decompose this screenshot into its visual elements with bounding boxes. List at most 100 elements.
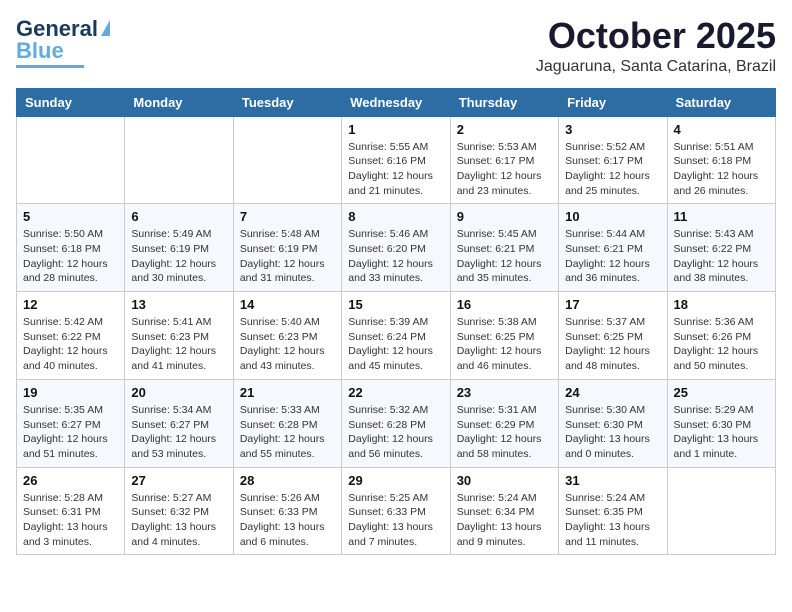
day-info: Sunrise: 5:38 AM Sunset: 6:25 PM Dayligh… <box>457 315 552 374</box>
day-number: 2 <box>457 122 552 137</box>
calendar-day-11: 11 Sunrise: 5:43 AM Sunset: 6:22 PM Dayli… <box>667 204 775 292</box>
day-info: Sunrise: 5:25 AM Sunset: 6:33 PM Dayligh… <box>348 491 443 550</box>
weekday-header-thursday: Thursday <box>450 88 558 116</box>
day-number: 14 <box>240 297 335 312</box>
day-info: Sunrise: 5:33 AM Sunset: 6:28 PM Dayligh… <box>240 403 335 462</box>
calendar-day-25: 25 Sunrise: 5:29 AM Sunset: 6:30 PM Dayli… <box>667 379 775 467</box>
day-info: Sunrise: 5:32 AM Sunset: 6:28 PM Dayligh… <box>348 403 443 462</box>
calendar-day-6: 6 Sunrise: 5:49 AM Sunset: 6:19 PM Daylig… <box>125 204 233 292</box>
calendar-week-row: 19 Sunrise: 5:35 AM Sunset: 6:27 PM Dayli… <box>17 379 776 467</box>
day-info: Sunrise: 5:51 AM Sunset: 6:18 PM Dayligh… <box>674 140 769 199</box>
calendar-day-2: 2 Sunrise: 5:53 AM Sunset: 6:17 PM Daylig… <box>450 116 558 204</box>
day-number: 22 <box>348 385 443 400</box>
day-info: Sunrise: 5:52 AM Sunset: 6:17 PM Dayligh… <box>565 140 660 199</box>
day-number: 1 <box>348 122 443 137</box>
day-number: 17 <box>565 297 660 312</box>
weekday-header-sunday: Sunday <box>17 88 125 116</box>
day-number: 9 <box>457 209 552 224</box>
calendar-day-8: 8Sunrise: 5:46 AM Sunset: 6:20 PM Daylig… <box>342 204 450 292</box>
day-info: Sunrise: 5:39 AM Sunset: 6:24 PM Dayligh… <box>348 315 443 374</box>
day-number: 21 <box>240 385 335 400</box>
day-info: Sunrise: 5:48 AM Sunset: 6:19 PM Dayligh… <box>240 227 335 286</box>
logo-triangle-icon <box>101 20 110 36</box>
page-title: October 2025 <box>536 16 776 56</box>
calendar-day-28: 28 Sunrise: 5:26 AM Sunset: 6:33 PM Dayli… <box>233 467 341 555</box>
day-info: Sunrise: 5:26 AM Sunset: 6:33 PM Dayligh… <box>240 491 335 550</box>
page-subtitle: Jaguaruna, Santa Catarina, Brazil <box>536 58 776 76</box>
weekday-header-wednesday: Wednesday <box>342 88 450 116</box>
logo-blue: Blue <box>16 38 64 64</box>
logo: General Blue <box>16 16 110 68</box>
day-number: 24 <box>565 385 660 400</box>
day-info: Sunrise: 5:29 AM Sunset: 6:30 PM Dayligh… <box>674 403 769 462</box>
day-info: Sunrise: 5:31 AM Sunset: 6:29 PM Dayligh… <box>457 403 552 462</box>
calendar-week-row: 12 Sunrise: 5:42 AM Sunset: 6:22 PM Dayli… <box>17 292 776 380</box>
calendar-day-1: 1 Sunrise: 5:55 AM Sunset: 6:16 PM Daylig… <box>342 116 450 204</box>
calendar-day-14: 14 Sunrise: 5:40 AM Sunset: 6:23 PM Dayli… <box>233 292 341 380</box>
calendar-day-16: 16 Sunrise: 5:38 AM Sunset: 6:25 PM Dayli… <box>450 292 558 380</box>
day-info: Sunrise: 5:53 AM Sunset: 6:17 PM Dayligh… <box>457 140 552 199</box>
day-number: 8 <box>348 209 443 224</box>
day-number: 15 <box>348 297 443 312</box>
logo-underline <box>16 65 84 68</box>
day-number: 25 <box>674 385 769 400</box>
day-info: Sunrise: 5:41 AM Sunset: 6:23 PM Dayligh… <box>131 315 226 374</box>
day-number: 6 <box>131 209 226 224</box>
day-info: Sunrise: 5:55 AM Sunset: 6:16 PM Dayligh… <box>348 140 443 199</box>
calendar-day-13: 13 Sunrise: 5:41 AM Sunset: 6:23 PM Dayli… <box>125 292 233 380</box>
day-number: 28 <box>240 473 335 488</box>
calendar-day-27: 27 Sunrise: 5:27 AM Sunset: 6:32 PM Dayli… <box>125 467 233 555</box>
calendar-day-24: 24 Sunrise: 5:30 AM Sunset: 6:30 PM Dayli… <box>559 379 667 467</box>
day-info: Sunrise: 5:45 AM Sunset: 6:21 PM Dayligh… <box>457 227 552 286</box>
day-info: Sunrise: 5:44 AM Sunset: 6:21 PM Dayligh… <box>565 227 660 286</box>
day-number: 4 <box>674 122 769 137</box>
calendar-table: SundayMondayTuesdayWednesdayThursdayFrid… <box>16 88 776 556</box>
day-number: 11 <box>674 209 769 224</box>
day-info: Sunrise: 5:34 AM Sunset: 6:27 PM Dayligh… <box>131 403 226 462</box>
calendar-day-3: 3 Sunrise: 5:52 AM Sunset: 6:17 PM Daylig… <box>559 116 667 204</box>
day-info: Sunrise: 5:43 AM Sunset: 6:22 PM Dayligh… <box>674 227 769 286</box>
calendar-day-19: 19 Sunrise: 5:35 AM Sunset: 6:27 PM Dayli… <box>17 379 125 467</box>
day-info: Sunrise: 5:28 AM Sunset: 6:31 PM Dayligh… <box>23 491 118 550</box>
day-number: 5 <box>23 209 118 224</box>
weekday-header-saturday: Saturday <box>667 88 775 116</box>
day-info: Sunrise: 5:24 AM Sunset: 6:35 PM Dayligh… <box>565 491 660 550</box>
day-info: Sunrise: 5:49 AM Sunset: 6:19 PM Dayligh… <box>131 227 226 286</box>
calendar-day-15: 15 Sunrise: 5:39 AM Sunset: 6:24 PM Dayli… <box>342 292 450 380</box>
day-number: 3 <box>565 122 660 137</box>
day-number: 13 <box>131 297 226 312</box>
day-info: Sunrise: 5:40 AM Sunset: 6:23 PM Dayligh… <box>240 315 335 374</box>
day-info: Sunrise: 5:27 AM Sunset: 6:32 PM Dayligh… <box>131 491 226 550</box>
header-area: General Blue October 2025 Jaguaruna, San… <box>16 16 776 76</box>
day-info: Sunrise: 5:35 AM Sunset: 6:27 PM Dayligh… <box>23 403 118 462</box>
day-number: 19 <box>23 385 118 400</box>
calendar-day-18: 18Sunrise: 5:36 AM Sunset: 6:26 PM Dayli… <box>667 292 775 380</box>
title-area: October 2025 Jaguaruna, Santa Catarina, … <box>536 16 776 76</box>
day-number: 30 <box>457 473 552 488</box>
calendar-day-10: 10 Sunrise: 5:44 AM Sunset: 6:21 PM Dayli… <box>559 204 667 292</box>
calendar-day-23: 23 Sunrise: 5:31 AM Sunset: 6:29 PM Dayli… <box>450 379 558 467</box>
day-number: 23 <box>457 385 552 400</box>
calendar-day-22: 22 Sunrise: 5:32 AM Sunset: 6:28 PM Dayli… <box>342 379 450 467</box>
day-number: 26 <box>23 473 118 488</box>
day-number: 27 <box>131 473 226 488</box>
calendar-day-12: 12 Sunrise: 5:42 AM Sunset: 6:22 PM Dayli… <box>17 292 125 380</box>
day-number: 10 <box>565 209 660 224</box>
day-number: 12 <box>23 297 118 312</box>
calendar-week-row: 26 Sunrise: 5:28 AM Sunset: 6:31 PM Dayli… <box>17 467 776 555</box>
calendar-day-29: 29 Sunrise: 5:25 AM Sunset: 6:33 PM Dayli… <box>342 467 450 555</box>
day-info: Sunrise: 5:50 AM Sunset: 6:18 PM Dayligh… <box>23 227 118 286</box>
calendar-empty-cell <box>125 116 233 204</box>
calendar-day-21: 21 Sunrise: 5:33 AM Sunset: 6:28 PM Dayli… <box>233 379 341 467</box>
calendar-week-row: 1 Sunrise: 5:55 AM Sunset: 6:16 PM Daylig… <box>17 116 776 204</box>
weekday-header-friday: Friday <box>559 88 667 116</box>
day-info: Sunrise: 5:42 AM Sunset: 6:22 PM Dayligh… <box>23 315 118 374</box>
day-number: 20 <box>131 385 226 400</box>
day-number: 29 <box>348 473 443 488</box>
day-number: 7 <box>240 209 335 224</box>
calendar-day-31: 31Sunrise: 5:24 AM Sunset: 6:35 PM Dayli… <box>559 467 667 555</box>
day-number: 16 <box>457 297 552 312</box>
day-number: 18 <box>674 297 769 312</box>
calendar-day-5: 5 Sunrise: 5:50 AM Sunset: 6:18 PM Daylig… <box>17 204 125 292</box>
day-info: Sunrise: 5:30 AM Sunset: 6:30 PM Dayligh… <box>565 403 660 462</box>
